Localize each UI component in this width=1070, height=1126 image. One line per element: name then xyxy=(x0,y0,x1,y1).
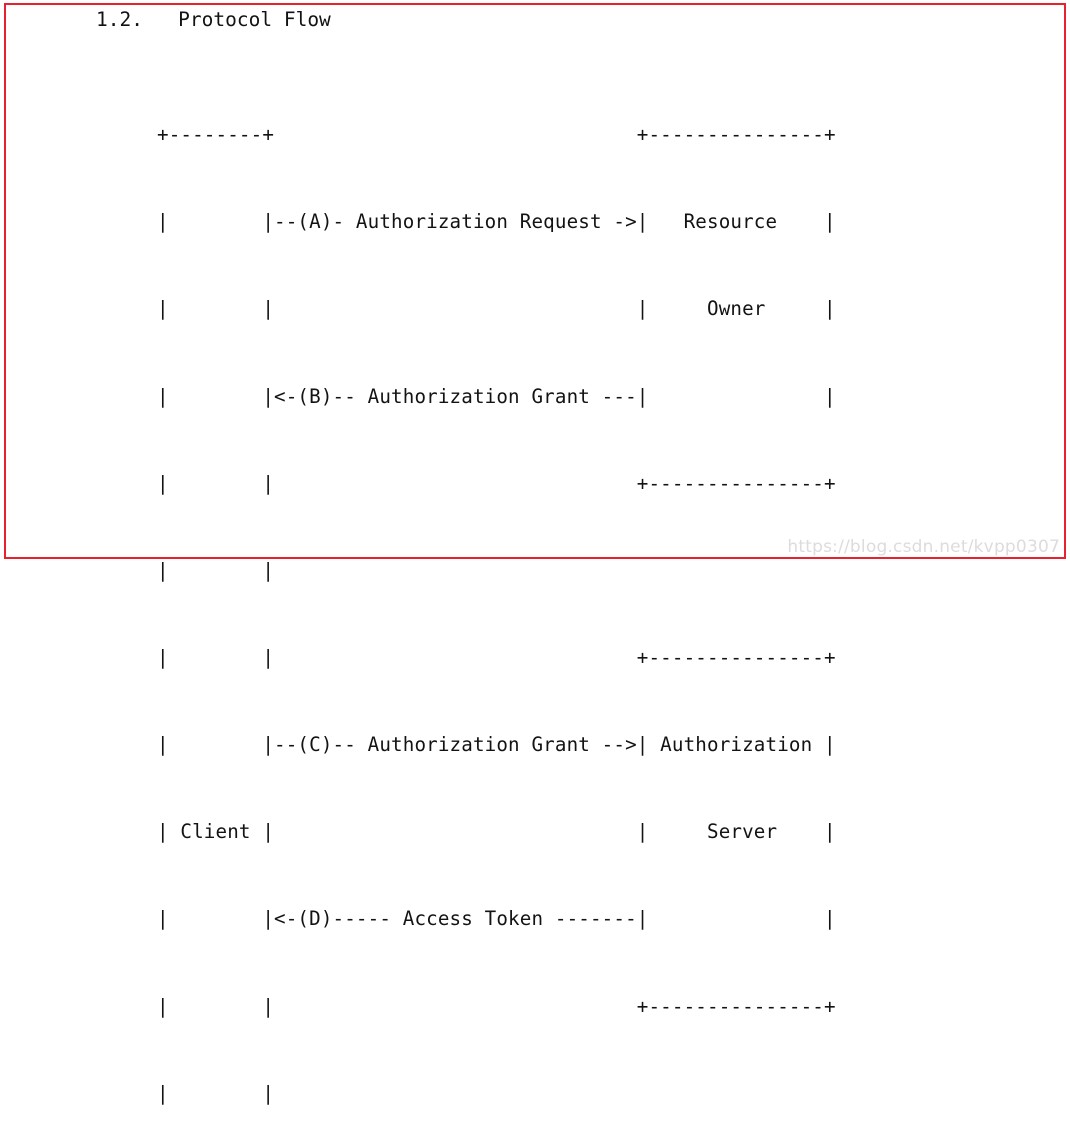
ascii-line: | Client | | Server | xyxy=(157,820,836,844)
page-root: 1.2. Protocol Flow +--------+ +---------… xyxy=(0,0,1070,1105)
page-title: 1.2. Protocol Flow xyxy=(96,8,331,31)
ascii-line: | |--(C)-- Authorization Grant -->| Auth… xyxy=(157,733,836,757)
ascii-line: | | +---------------+ xyxy=(157,994,836,1018)
ascii-line: | | +---------------+ xyxy=(157,645,836,669)
ascii-line: | | +---------------+ xyxy=(157,471,836,495)
ascii-line: | |--(A)- Authorization Request ->| Reso… xyxy=(157,210,836,234)
ascii-line: | | xyxy=(157,1081,275,1105)
protocol-flow-ascii-diagram: +--------+ +---------------+ | |--(A)- A… xyxy=(157,62,836,1126)
ascii-line: | | xyxy=(157,558,275,582)
ascii-line: | | | Owner | xyxy=(157,297,836,321)
ascii-line: | |<-(B)-- Authorization Grant ---| | xyxy=(157,384,836,408)
document-content: 1.2. Protocol Flow +--------+ +---------… xyxy=(0,0,1070,1105)
watermark-text: https://blog.csdn.net/kvpp0307 xyxy=(787,537,1060,557)
ascii-line: | |<-(D)----- Access Token -------| | xyxy=(157,907,836,931)
ascii-line: +--------+ +---------------+ xyxy=(157,123,836,147)
